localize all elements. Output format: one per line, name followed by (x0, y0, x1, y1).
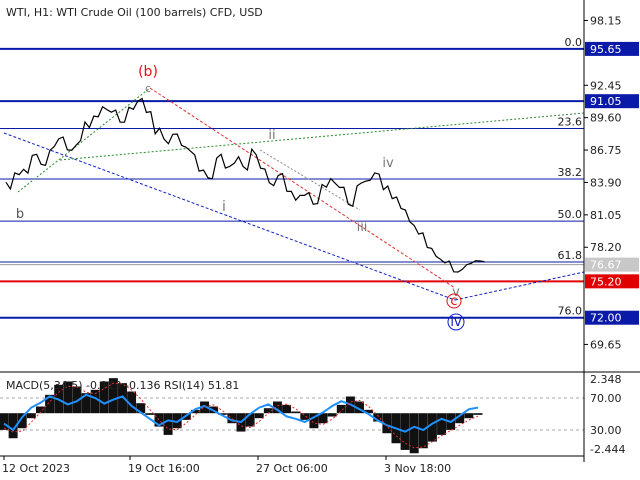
macd-bar (473, 413, 483, 415)
price-tick-label: 98.15 (590, 14, 622, 27)
macd-bar (163, 413, 173, 435)
wave-label: iv (382, 156, 394, 171)
fib-level-label: 61.8 (558, 249, 583, 262)
macd-bar (427, 413, 437, 442)
wave-label: ii (268, 128, 275, 143)
price-tick-label: 69.65 (590, 338, 622, 351)
macd-bar (26, 413, 36, 419)
macd-bar (464, 413, 474, 419)
price-tag-label: 72.00 (590, 312, 622, 325)
wave-label: b (16, 207, 24, 222)
chart-title: WTI, H1: WTI Crude Oil (100 barrels) CFD… (6, 6, 263, 19)
fib-level-label: 23.6 (558, 115, 583, 128)
price-tick-label: 89.60 (590, 112, 622, 125)
price-tag-label: 75.20 (590, 275, 622, 288)
time-tick-label: 19 Oct 16:00 (128, 462, 200, 475)
macd-bar (254, 413, 264, 419)
time-tick-label: 27 Oct 06:00 (256, 462, 328, 475)
current-price-tag-label: 76.67 (590, 259, 622, 272)
price-tick-label: 81.05 (590, 209, 622, 222)
wave-label: iii (357, 220, 368, 235)
indicator-tick-label: 30.00 (590, 424, 622, 437)
indicator-tick-label: 2.348 (590, 373, 622, 386)
wave-label: iv (450, 315, 462, 330)
fib-level-label: 50.0 (558, 208, 583, 221)
wave-label: c (145, 82, 151, 95)
price-tick-label: 86.75 (590, 144, 622, 157)
macd-bar (291, 411, 301, 414)
price-tick-label: 78.20 (590, 241, 622, 254)
wave-label: (b) (138, 64, 158, 80)
macd-bar (0, 413, 9, 430)
fib-level-label: 76.0 (558, 305, 583, 318)
macd-bar (327, 413, 337, 417)
price-tick-label: 83.90 (590, 176, 622, 189)
indicator-tick-label: 70.00 (590, 392, 622, 405)
macd-bar (300, 413, 310, 420)
time-tick-label: 12 Oct 2023 (2, 462, 70, 475)
macd-bar (336, 404, 346, 414)
indicator-tick-label: -2.444 (590, 443, 625, 456)
indicator-title: MACD(5,34,5) -0.113 -0.136 RSI(14) 51.81 (6, 379, 239, 392)
wave-label: i (222, 199, 226, 215)
time-tick-label: 3 Nov 18:00 (384, 462, 451, 475)
chart-canvas: 0.0 23.6 38.2 50.0 61.8 76.0 (b) c b iii iv ii iv c i… (0, 0, 640, 480)
wave-label: c (450, 294, 457, 309)
price-tag-label: 91.05 (590, 95, 622, 108)
macd-bar (437, 413, 447, 435)
price-tag-label: 95.65 (590, 43, 622, 56)
fib-level-label: 38.2 (558, 166, 583, 179)
price-tick-label: 92.45 (590, 79, 622, 92)
fib-level-label: 0.0 (565, 36, 583, 49)
